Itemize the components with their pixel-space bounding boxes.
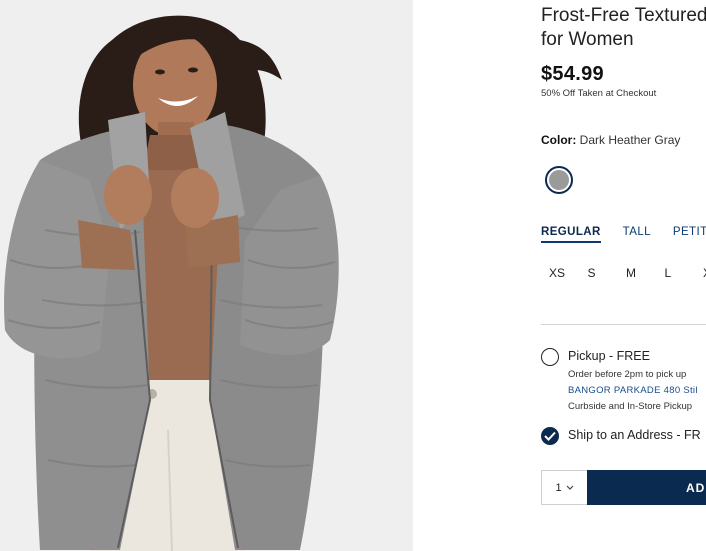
color-value: Dark Heather Gray [579, 133, 681, 147]
swatch-fill [549, 170, 569, 190]
size-l[interactable]: L [665, 266, 704, 280]
color-swatch-dark-heather-gray[interactable] [545, 166, 573, 194]
discount-note: 50% Off Taken at Checkout [541, 88, 657, 99]
checkmark-icon [544, 431, 556, 441]
tab-tall[interactable]: TALL [623, 226, 651, 243]
product-price: $54.99 [541, 63, 604, 85]
product-photo[interactable] [0, 0, 413, 551]
section-divider [541, 324, 706, 325]
pickup-radio[interactable] [541, 348, 559, 366]
tab-regular[interactable]: REGULAR [541, 226, 601, 243]
product-details: Frost-Free Textured for Women $54.99 50%… [541, 0, 706, 551]
ship-label: Ship to an Address - FR [568, 428, 701, 442]
curbside-note: Curbside and In-Store Pickup [568, 401, 693, 412]
product-title: Frost-Free Textured for Women [541, 5, 706, 50]
color-label: Color: [541, 133, 577, 147]
model-illustration [0, 0, 413, 551]
add-to-bag-button[interactable]: AD [587, 470, 706, 505]
color-selection: Color: Dark Heather Gray [541, 133, 680, 147]
store-link[interactable]: BANGOR PARKADE 480 Stil [568, 385, 698, 396]
pickup-note: Order before 2pm to pick up [568, 369, 687, 380]
ship-radio[interactable] [541, 427, 559, 445]
pickup-label: Pickup - FREE [568, 349, 650, 363]
tab-petite[interactable]: PETITE [673, 226, 706, 243]
chevron-down-icon [566, 485, 573, 490]
quantity-value: 1 [555, 481, 562, 494]
size-options: XS S M L X [549, 266, 706, 280]
size-xs[interactable]: XS [549, 266, 588, 280]
quantity-select[interactable]: 1 [541, 470, 587, 505]
size-m[interactable]: M [626, 266, 665, 280]
add-to-bag-label: AD [686, 480, 706, 495]
size-s[interactable]: S [588, 266, 627, 280]
fit-tabs: REGULAR TALL PETITE [541, 226, 706, 243]
